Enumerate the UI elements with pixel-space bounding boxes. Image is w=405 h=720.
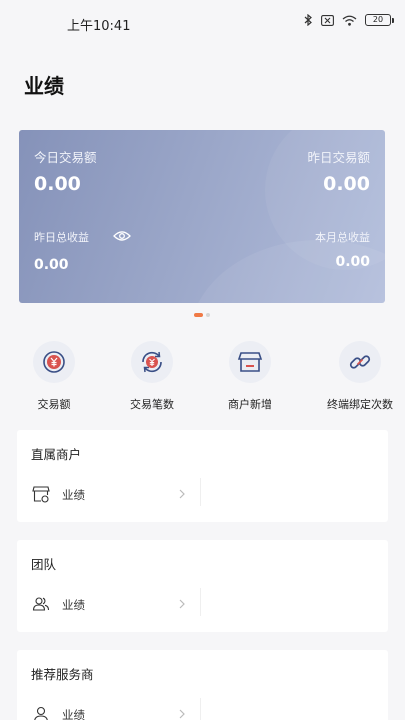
shortcut-label: 商户新增 [228,398,272,411]
shortcut-terminal-binds[interactable]: 终端绑定次数 [320,341,400,411]
shortcut-new-merchants[interactable]: 商户新增 [210,341,290,411]
section-recommended-providers: 推荐服务商 业绩 [17,650,388,720]
bluetooth-icon [304,14,312,26]
chevron-right-icon [179,599,185,609]
section-title: 团队 [31,557,57,572]
yesterday-volume-label: 昨日交易额 [307,150,370,165]
sim-off-icon [321,14,334,26]
shortcut-icon-bg [33,341,75,383]
divider [200,478,201,506]
divider [200,698,201,720]
yesterday-income-value: 0.00 [34,257,69,273]
yesterday-income-label: 昨日总收益 [34,231,89,244]
shortcut-label: 交易额 [37,398,71,411]
pager-dot[interactable] [206,313,210,317]
month-income-label: 本月总收益 [315,231,370,244]
section-title: 直属商户 [31,447,82,462]
store-outline-icon [32,486,50,503]
team-icon [32,597,50,611]
person-icon [34,706,48,720]
shortcut-trade-volume[interactable]: 交易额 [14,341,94,411]
chevron-right-icon [179,709,185,719]
month-income-value: 0.00 [335,254,370,270]
divider [200,588,201,616]
row-performance[interactable]: 业绩 [17,590,200,620]
section-direct-merchants: 直属商户 业绩 [17,430,388,522]
row-label: 业绩 [62,598,85,612]
pager-dot-active[interactable] [194,313,203,317]
shortcut-trade-count[interactable]: 交易笔数 [112,341,192,411]
card-decoration [189,240,385,303]
status-bar: 上午10:41 20 [0,0,405,46]
status-icons: 20 [304,14,394,26]
today-volume-value: 0.00 [34,173,81,195]
row-performance[interactable]: 业绩 [17,480,200,510]
shortcut-label: 交易笔数 [130,398,174,411]
eye-icon[interactable] [113,230,131,242]
stats-card[interactable]: 今日交易额 0.00 昨日交易额 0.00 昨日总收益 0.00 本月总收益 0… [19,130,385,303]
row-label: 业绩 [62,708,85,720]
shortcut-icon-bg [229,341,271,383]
wifi-icon [342,15,357,26]
yen-circle-icon [43,351,65,373]
yesterday-volume-value: 0.00 [323,173,370,195]
shortcut-label: 终端绑定次数 [327,398,393,411]
battery-indicator: 20 [365,14,394,26]
chevron-right-icon [179,489,185,499]
today-volume-label: 今日交易额 [34,150,97,165]
row-label: 业绩 [62,488,85,502]
status-time: 上午10:41 [67,19,131,34]
row-performance[interactable]: 业绩 [17,700,200,720]
page-title: 业绩 [24,74,64,98]
yen-refresh-icon [142,351,162,373]
store-icon [237,352,263,372]
link-icon [349,355,371,369]
carousel-pager [194,313,210,317]
section-title: 推荐服务商 [31,667,94,682]
shortcut-icon-bg [131,341,173,383]
shortcut-icon-bg [339,341,381,383]
section-team: 团队 业绩 [17,540,388,632]
